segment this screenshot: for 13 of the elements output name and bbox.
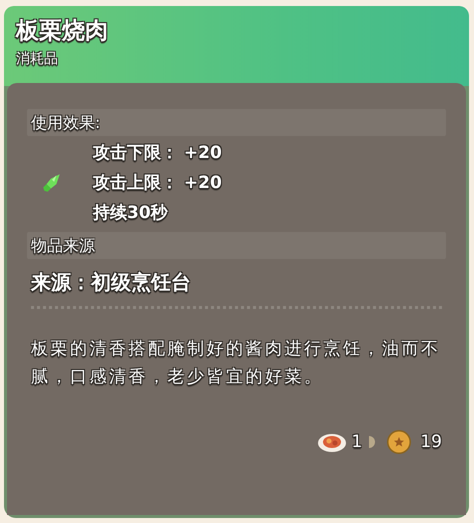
effect-text: 持续30秒	[93, 202, 168, 225]
item-name: 板栗烧肉	[16, 17, 108, 46]
quantity-text: 1	[352, 432, 362, 452]
price-text: 19	[420, 432, 442, 452]
dish-icon	[316, 431, 347, 453]
coin-icon	[386, 429, 412, 455]
item-category: 消耗品	[16, 50, 58, 69]
section-header: 使用效果:	[27, 109, 446, 136]
section-header: 物品来源	[27, 232, 446, 259]
source-text: 来源：初级烹饪台	[30, 269, 191, 296]
effect-text: 攻击下限： +20	[93, 142, 222, 165]
description-text: 板栗的清香搭配腌制好的酱肉进行烹饪，油而不腻，口感清香，老少皆宜的好菜。	[30, 338, 442, 389]
effect-text: 攻击上限： +20	[93, 172, 222, 195]
